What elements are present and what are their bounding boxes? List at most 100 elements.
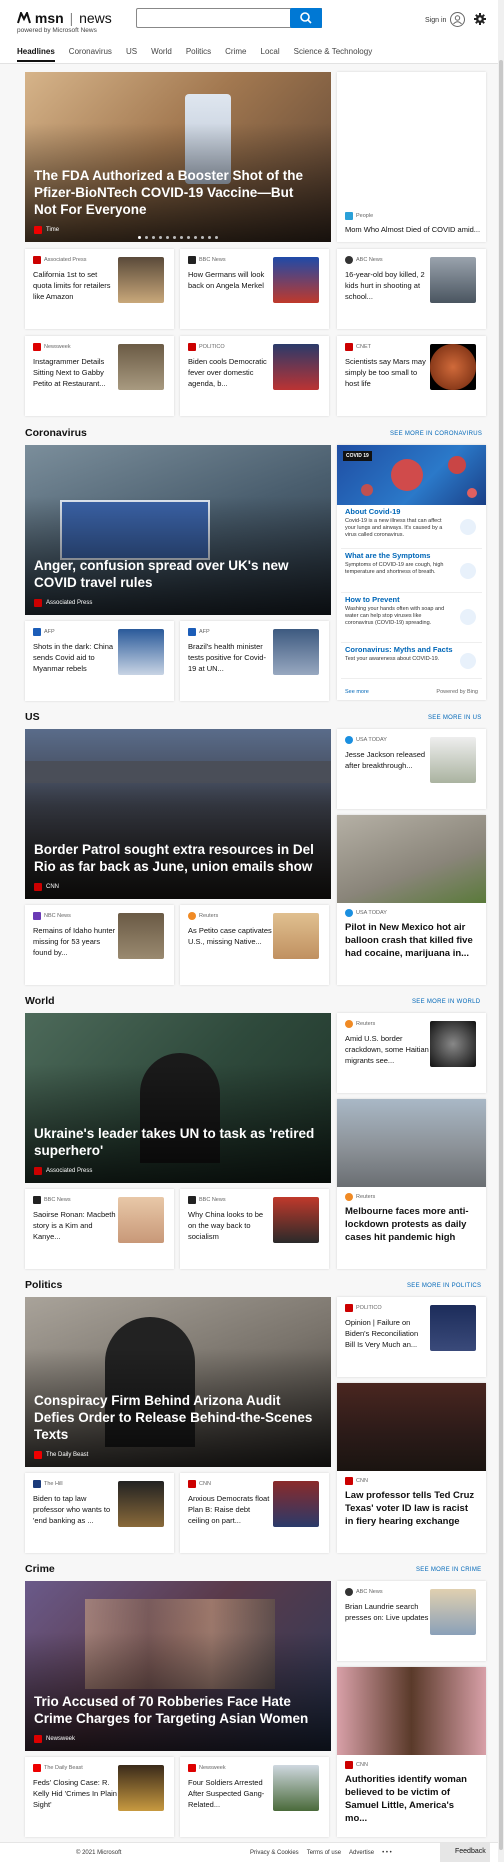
tab-crime[interactable]: Crime (225, 47, 246, 62)
hero-title[interactable]: The FDA Authorized a Booster Shot of the… (34, 167, 319, 218)
see-more-coronavirus[interactable]: SEE MORE IN CORONAVIRUS (390, 431, 482, 437)
story-title[interactable]: Authorities identify woman believed to b… (345, 1773, 477, 1825)
story-title[interactable]: Jesse Jackson released after breakthroug… (345, 749, 430, 771)
story-title[interactable]: Brazil's health minister tests positive … (188, 641, 273, 674)
see-more-world[interactable]: SEE MORE IN WORLD (412, 999, 480, 1005)
covid-panel-symptoms[interactable]: What are the Symptoms Symptoms of COVID-… (341, 551, 482, 593)
hero-story[interactable]: Ukraine's leader takes UN to task as 're… (25, 1013, 331, 1183)
section-title-world[interactable]: World (25, 995, 55, 1007)
section-title-crime[interactable]: Crime (25, 1563, 55, 1575)
msn-logo[interactable]: msn | news (17, 10, 112, 26)
story-title[interactable]: 16-year-old boy killed, 2 kids hurt in s… (345, 269, 430, 302)
hero-title[interactable]: Border Patrol sought extra resources in … (34, 841, 319, 875)
tab-politics[interactable]: Politics (186, 47, 211, 62)
story-card[interactable]: CNN Anxious Democrats float Plan B: Rais… (180, 1473, 329, 1553)
story-title[interactable]: Pilot in New Mexico hot air balloon cras… (345, 921, 477, 960)
hero-title[interactable]: Trio Accused of 70 Robberies Face Hate C… (34, 1693, 319, 1727)
more-options-icon[interactable]: • • • (382, 1850, 392, 1856)
see-more-us[interactable]: SEE MORE IN US (428, 715, 482, 721)
carousel-dots[interactable] (25, 236, 331, 239)
hero-story[interactable]: Conspiracy Firm Behind Arizona Audit Def… (25, 1297, 331, 1467)
story-title[interactable]: How Germans will look back on Angela Mer… (188, 269, 273, 291)
story-card[interactable]: NBC News Remains of Idaho hunter missing… (25, 905, 174, 985)
see-more-politics[interactable]: SEE MORE IN POLITICS (407, 1283, 481, 1289)
story-card-large[interactable]: CNN Law professor tells Ted Cruz Texas' … (337, 1383, 486, 1553)
gear-icon[interactable] (474, 13, 486, 25)
story-title[interactable]: Opinion | Failure on Biden's Reconciliat… (345, 1317, 430, 1350)
story-title[interactable]: Remains of Idaho hunter missing for 53 y… (33, 925, 118, 958)
hero-story[interactable]: Anger, confusion spread over UK's new CO… (25, 445, 331, 615)
tab-world[interactable]: World (151, 47, 172, 62)
tab-headlines[interactable]: Headlines (17, 47, 55, 62)
story-card[interactable]: Associated Press California 1st to set q… (25, 249, 174, 329)
panel-heading[interactable]: About Covid-19 (345, 507, 400, 516)
scrollbar-thumb[interactable] (499, 60, 503, 1850)
panel-heading[interactable]: Coronavirus: Myths and Facts (345, 645, 453, 654)
story-title[interactable]: Mom Who Almost Died of COVID amid... (345, 224, 480, 235)
hero-story[interactable]: The FDA Authorized a Booster Shot of the… (25, 72, 331, 242)
story-title[interactable]: Shots in the dark: China sends Covid aid… (33, 641, 118, 674)
hero-story[interactable]: Trio Accused of 70 Robberies Face Hate C… (25, 1581, 331, 1751)
story-title[interactable]: Feds' Closing Case: R. Kelly Hid 'Crimes… (33, 1777, 118, 1810)
covid-panel-about[interactable]: About Covid-19 Covid-19 is a new illness… (341, 507, 482, 549)
story-card[interactable]: USA TODAY Jesse Jackson released after b… (337, 729, 486, 809)
story-title[interactable]: Scientists say Mars may simply be too sm… (345, 356, 430, 389)
story-card-large[interactable]: USA TODAY Pilot in New Mexico hot air ba… (337, 815, 486, 985)
section-title-coronavirus[interactable]: Coronavirus (25, 427, 87, 439)
story-card[interactable]: Newsweek Four Soldiers Arrested After Su… (180, 1757, 329, 1837)
hero-story[interactable]: Border Patrol sought extra resources in … (25, 729, 331, 899)
story-card[interactable]: Reuters As Petito case captivates U.S., … (180, 905, 329, 985)
story-card[interactable]: BBC News How Germans will look back on A… (180, 249, 329, 329)
story-card[interactable]: ABC News 16-year-old boy killed, 2 kids … (337, 249, 486, 329)
tab-local[interactable]: Local (261, 47, 280, 62)
see-more-crime[interactable]: SEE MORE IN CRIME (416, 1567, 481, 1573)
story-title[interactable]: Why China looks to be on the way back to… (188, 1209, 273, 1242)
story-title[interactable]: Biden cools Democratic fever over domest… (188, 356, 273, 389)
story-card[interactable]: AFP Shots in the dark: China sends Covid… (25, 621, 174, 701)
story-card[interactable]: POLITICO Opinion | Failure on Biden's Re… (337, 1297, 486, 1377)
story-card[interactable]: AFP Brazil's health minister tests posit… (180, 621, 329, 701)
hero-title[interactable]: Conspiracy Firm Behind Arizona Audit Def… (34, 1392, 319, 1443)
story-title[interactable]: Anxious Democrats float Plan B: Raise de… (188, 1493, 273, 1526)
story-card[interactable]: The Daily Beast Feds' Closing Case: R. K… (25, 1757, 174, 1837)
avatar-icon[interactable] (450, 12, 465, 27)
story-card[interactable]: CNET Scientists say Mars may simply be t… (337, 336, 486, 416)
story-title[interactable]: Brian Laundrie search presses on: Live u… (345, 1601, 430, 1623)
story-card[interactable]: BBC News Saoirse Ronan: Macbeth story is… (25, 1189, 174, 1269)
story-title[interactable]: Amid U.S. border crackdown, some Haitian… (345, 1033, 430, 1066)
story-card[interactable]: Newsweek Instagrammer Details Sitting Ne… (25, 336, 174, 416)
sign-in-link[interactable]: Sign in (425, 17, 446, 24)
advertise-link[interactable]: Advertise (349, 1850, 374, 1856)
story-title[interactable]: As Petito case captivates U.S., missing … (188, 925, 273, 947)
hero-title[interactable]: Ukraine's leader takes UN to task as 're… (34, 1125, 319, 1159)
search-button[interactable] (290, 8, 322, 28)
story-title[interactable]: Biden to tap law professor who wants to … (33, 1493, 118, 1526)
section-title-politics[interactable]: Politics (25, 1279, 62, 1291)
privacy-link[interactable]: Privacy & Cookies (250, 1850, 299, 1856)
story-title[interactable]: Instagrammer Details Sitting Next to Gab… (33, 356, 118, 389)
terms-link[interactable]: Terms of use (307, 1850, 341, 1856)
story-title[interactable]: California 1st to set quota limits for r… (33, 269, 118, 302)
story-title[interactable]: Melbourne faces more anti-lockdown prote… (345, 1205, 477, 1244)
tab-science-technology[interactable]: Science & Technology (294, 47, 373, 62)
story-card-large[interactable]: Reuters Melbourne faces more anti-lockdo… (337, 1099, 486, 1269)
covid-panel-myths[interactable]: Coronavirus: Myths and Facts Test your a… (341, 645, 482, 679)
tab-us[interactable]: US (126, 47, 137, 62)
panel-heading[interactable]: What are the Symptoms (345, 551, 430, 560)
side-story[interactable]: People Mom Who Almost Died of COVID amid… (337, 72, 486, 242)
tab-coronavirus[interactable]: Coronavirus (69, 47, 112, 62)
story-card[interactable]: Reuters Amid U.S. border crackdown, some… (337, 1013, 486, 1093)
story-card[interactable]: ABC News Brian Laundrie search presses o… (337, 1581, 486, 1661)
hero-title[interactable]: Anger, confusion spread over UK's new CO… (34, 557, 319, 591)
covid-see-more[interactable]: See more (345, 689, 369, 695)
story-title[interactable]: Saoirse Ronan: Macbeth story is a Kim an… (33, 1209, 118, 1242)
covid-panel-prevent[interactable]: How to Prevent Washing your hands often … (341, 595, 482, 643)
story-card[interactable]: POLITICO Biden cools Democratic fever ov… (180, 336, 329, 416)
story-title[interactable]: Law professor tells Ted Cruz Texas' vote… (345, 1489, 477, 1528)
story-card[interactable]: The Hill Biden to tap law professor who … (25, 1473, 174, 1553)
feedback-button[interactable]: Feedback (440, 1843, 490, 1862)
story-card[interactable]: BBC News Why China looks to be on the wa… (180, 1189, 329, 1269)
story-card-large[interactable]: CNN Authorities identify woman believed … (337, 1667, 486, 1837)
panel-heading[interactable]: How to Prevent (345, 595, 400, 604)
story-title[interactable]: Four Soldiers Arrested After Suspected G… (188, 1777, 273, 1810)
